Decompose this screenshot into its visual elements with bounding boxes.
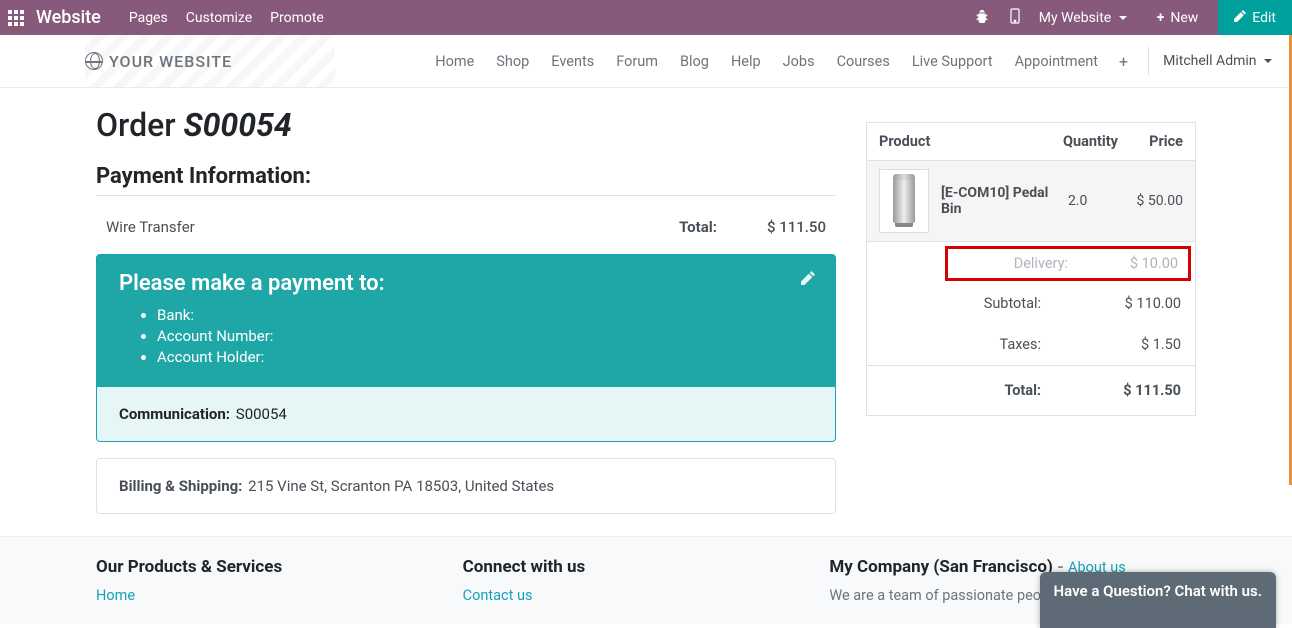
nav-courses[interactable]: Courses [837,53,890,70]
subtotal-label: Subtotal: [881,295,1101,312]
summary-header: Product Quantity Price [867,123,1195,161]
total-row: Total: $ 111.50 [867,365,1195,415]
main-container: Order S00054 Payment Information: Wire T… [76,88,1216,514]
edit-button[interactable]: Edit [1218,0,1292,35]
nav-live-support[interactable]: Live Support [912,53,993,70]
nav-home[interactable]: Home [435,53,474,70]
site-logo[interactable]: YOUR WEBSITE [85,52,232,71]
chevron-down-icon [1119,16,1127,20]
user-menu[interactable]: Mitchell Admin [1163,53,1272,69]
payment-method: Wire Transfer [106,218,679,236]
taxes-value: $ 1.50 [1101,336,1181,353]
nav-divider [1148,47,1149,75]
order-summary: Product Quantity Price [E-COM10] Pedal B… [866,122,1196,416]
total-label: Total: [881,382,1101,399]
col-price: Price [1133,133,1183,150]
my-website-label: My Website [1039,10,1111,26]
product-image [879,169,929,233]
billing-shipping-label: Billing & Shipping: [119,477,242,495]
top-bar: Website Pages Customize Promote My Websi… [0,0,1292,35]
new-button[interactable]: + New [1157,10,1199,26]
nav-forum[interactable]: Forum [616,53,658,70]
account-holder-line: Account Holder: [157,348,813,366]
bug-icon[interactable] [975,9,989,27]
taxes-row: Taxes: $ 1.50 [867,324,1195,365]
pedalbin-icon [893,179,915,223]
taxes-label: Taxes: [881,336,1101,353]
total-value: $ 111.50 [1101,382,1181,399]
payment-instructions-card: Please make a payment to: Bank: Account … [96,254,836,442]
app-brand[interactable]: Website [36,7,101,28]
globe-icon [85,52,103,70]
menu-pages[interactable]: Pages [129,10,168,26]
order-title-prefix: Order [96,106,184,144]
footer-link-home[interactable]: Home [96,587,135,604]
nav-add-icon[interactable]: + [1119,52,1128,71]
footer-link-contact[interactable]: Contact us [463,587,533,604]
footer-products-title: Our Products & Services [96,557,463,577]
new-label: New [1170,10,1198,26]
divider [96,195,836,196]
nav-jobs[interactable]: Jobs [783,53,815,70]
subtotal-row: Subtotal: $ 110.00 [867,283,1195,324]
col-qty: Quantity [1063,133,1133,150]
communication-value: S00054 [236,405,287,423]
chevron-down-icon [1264,59,1272,63]
page-title: Order S00054 [96,106,836,144]
order-number: S00054 [184,106,292,144]
nav-appointment[interactable]: Appointment [1015,53,1098,70]
col-product: Product [879,133,1063,150]
payment-total-value: $ 111.50 [767,218,826,236]
menu-customize[interactable]: Customize [186,10,252,26]
subtotal-value: $ 110.00 [1101,295,1181,312]
site-logo-text: YOUR WEBSITE [109,52,232,71]
pencil-icon [1234,10,1246,26]
nav-shop[interactable]: Shop [496,53,529,70]
nav-help[interactable]: Help [731,53,761,70]
product-price: $ 50.00 [1123,193,1183,209]
edit-label: Edit [1252,10,1276,26]
product-qty: 2.0 [1068,193,1123,209]
footer-connect-title: Connect with us [463,557,830,577]
payment-row: Wire Transfer Total: $ 111.50 [96,216,836,254]
plus-icon: + [1157,10,1165,26]
communication-row: Communication: S00054 [97,387,835,441]
payment-info-heading: Payment Information: [96,164,836,189]
my-website-dropdown[interactable]: My Website [1039,10,1127,26]
product-name: [E-COM10] Pedal Bin [941,185,1068,217]
apps-icon[interactable] [8,10,24,26]
footer-col-products: Our Products & Services Home [96,557,463,604]
navbar: YOUR WEBSITE Home Shop Events Forum Blog… [0,35,1292,88]
edit-payment-icon[interactable] [801,271,815,289]
billing-shipping-card: Billing & Shipping: 215 Vine St, Scranto… [96,458,836,514]
payment-instructions-top: Please make a payment to: Bank: Account … [97,255,835,387]
nav-blog[interactable]: Blog [680,53,709,70]
account-number-line: Account Number: [157,327,813,345]
delivery-value: $ 10.00 [1098,255,1178,272]
make-payment-title: Please make a payment to: [119,271,813,296]
product-row: [E-COM10] Pedal Bin 2.0 $ 50.00 [867,161,1195,242]
company-name: My Company (San Francisco) [829,557,1053,577]
payment-total-label: Total: [679,218,717,236]
bank-line: Bank: [157,306,813,324]
menu-promote[interactable]: Promote [270,10,324,26]
left-column: Order S00054 Payment Information: Wire T… [96,88,866,514]
footer-col-connect: Connect with us Contact us [463,557,830,604]
mobile-icon[interactable] [1009,8,1021,28]
delivery-highlight: Delivery: $ 10.00 [945,246,1191,281]
user-name: Mitchell Admin [1163,53,1256,69]
right-column: Product Quantity Price [E-COM10] Pedal B… [866,88,1196,514]
delivery-label: Delivery: [958,255,1098,272]
billing-shipping-value: 215 Vine St, Scranton PA 18503, United S… [248,477,554,495]
delivery-row: Delivery: $ 10.00 [948,249,1188,278]
chat-widget[interactable]: Have a Question? Chat with us. [1040,572,1276,628]
nav-events[interactable]: Events [551,53,594,70]
communication-label: Communication: [119,405,230,423]
